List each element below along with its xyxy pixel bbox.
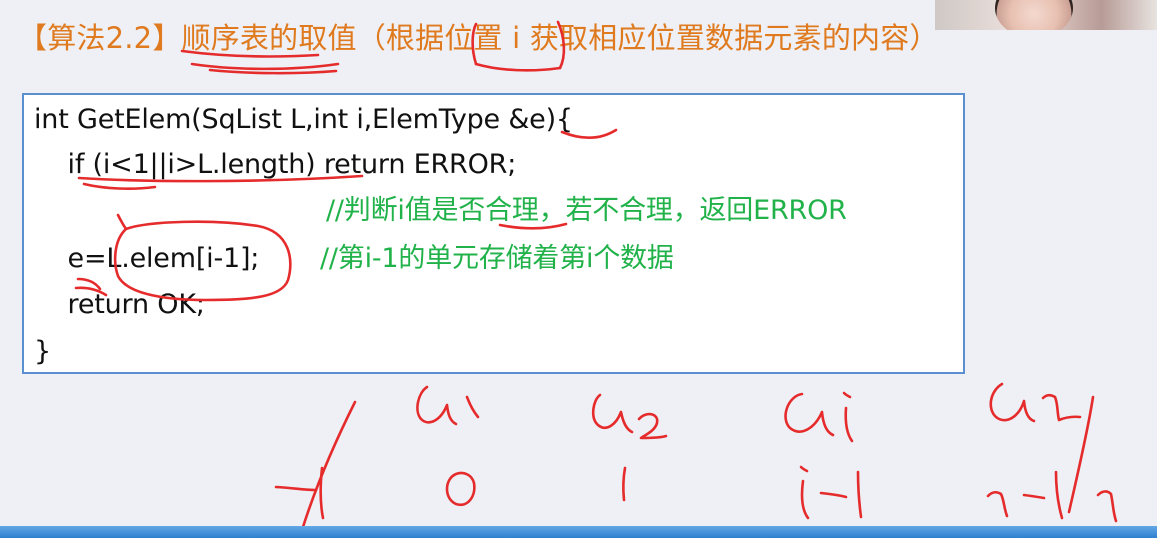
code-line-6: }	[34, 336, 51, 367]
title-underline-3	[208, 68, 338, 75]
code-line-2: if (i<1||i>L.length) return ERROR;	[34, 149, 517, 180]
i-minus-one-i	[800, 479, 810, 520]
n-minus-one-n	[986, 490, 1009, 518]
title-underline-2	[190, 62, 340, 71]
one-mark	[622, 466, 627, 502]
presenter-face	[995, 0, 1073, 30]
last-n	[1096, 490, 1118, 523]
ai-stem	[844, 406, 854, 443]
slide-title: 【算法2.2】顺序表的取值（根据位置 i 获取相应位置数据元素的内容）	[18, 21, 939, 55]
code-comment-2: //第i-1的单元存储着第i个数据	[320, 243, 674, 274]
i-minus-one-dash	[819, 491, 848, 499]
i-minus-one-one	[856, 470, 863, 519]
minus-one-stem	[319, 466, 325, 520]
i-minus-one-dot	[799, 465, 809, 473]
an-loop	[989, 382, 1036, 423]
a2-index	[637, 412, 668, 440]
webcam-preview	[935, 0, 1157, 30]
minus-one-dash	[274, 485, 318, 492]
an-slash	[1067, 395, 1095, 514]
ai-loop	[784, 392, 835, 437]
code-line-4: e=L.elem[i-1];	[34, 243, 260, 274]
an-n	[1041, 393, 1082, 422]
n-minus-one-dash	[1022, 493, 1046, 500]
zero-mark	[445, 471, 476, 507]
code-line-1: int GetElem(SqList L,int i,ElemType &e){	[34, 104, 573, 135]
a1-index	[465, 395, 480, 419]
bottom-bar	[0, 526, 1157, 538]
n-minus-one-one	[1054, 470, 1064, 520]
a2-loop	[591, 393, 634, 434]
position-bracket-bottom	[474, 62, 562, 72]
slash-left	[301, 400, 357, 529]
a1-loop	[416, 385, 458, 426]
code-line-5: return OK;	[34, 289, 205, 320]
ai-dot	[842, 391, 852, 399]
code-comment-1: //判断i值是否合理，若不合理，返回ERROR	[326, 195, 847, 226]
